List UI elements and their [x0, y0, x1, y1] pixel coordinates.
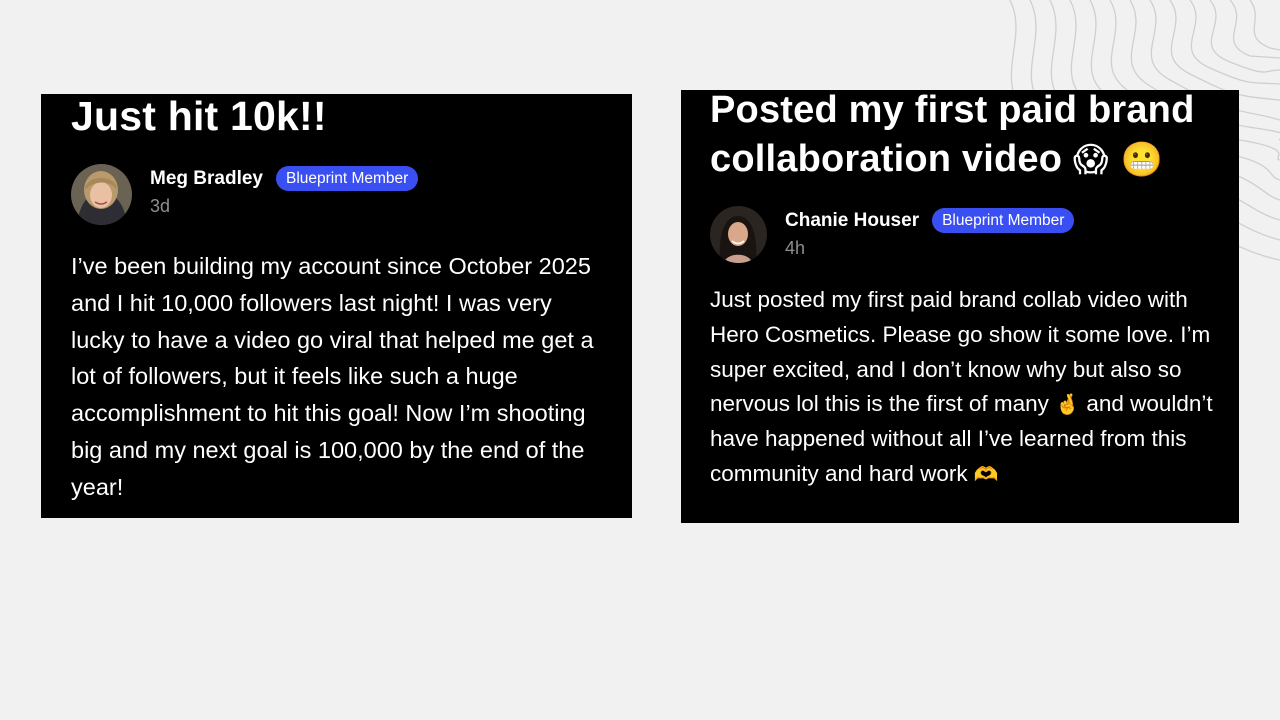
author-name[interactable]: Chanie Houser — [785, 210, 919, 232]
post-author: Chanie Houser Blueprint Member 4h — [710, 206, 1075, 263]
author-name[interactable]: Meg Bradley — [150, 168, 263, 190]
member-badge: Blueprint Member — [932, 208, 1075, 233]
post-body: Just posted my first paid brand collab v… — [710, 283, 1230, 492]
crossed-fingers-emoji: 🤞 — [1055, 392, 1081, 417]
member-badge: Blueprint Member — [275, 166, 419, 191]
post-timestamp: 3d — [150, 196, 171, 216]
post-timestamp: 4h — [785, 238, 806, 258]
post-title: Just hit 10k!! — [71, 94, 327, 139]
avatar[interactable] — [710, 206, 767, 263]
title-emojis: 😱 😬 — [1072, 140, 1164, 180]
post-title: Posted my first paid brand collaboration… — [710, 90, 1239, 185]
post-card-chanie[interactable]: Posted my first paid brand collaboration… — [681, 90, 1239, 523]
heart-hands-emoji: 🫶 — [973, 461, 999, 486]
post-body: I’ve been building my account since Octo… — [71, 253, 594, 500]
post-card-meg[interactable]: Just hit 10k!! Meg Bradley Blueprint Mem… — [41, 94, 632, 518]
post-author: Meg Bradley Blueprint Member 3d — [71, 164, 419, 225]
avatar[interactable] — [71, 164, 132, 225]
